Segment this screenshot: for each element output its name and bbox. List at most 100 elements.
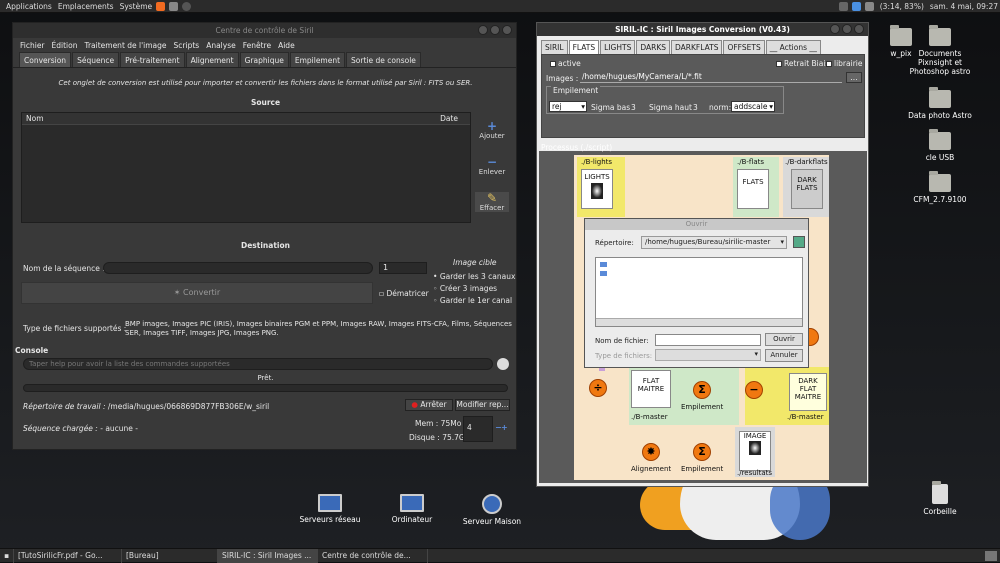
menu-scripts[interactable]: Scripts bbox=[174, 41, 200, 50]
ic-minimize-button[interactable] bbox=[830, 24, 840, 34]
siril-titlebar[interactable]: Centre de contrôle de Siril bbox=[13, 23, 516, 38]
modify-dir-button[interactable]: Modifier rep... bbox=[455, 399, 510, 411]
dark-master-box[interactable]: DARK FLAT MAITRE bbox=[789, 373, 827, 411]
horizontal-scrollbar[interactable] bbox=[596, 318, 802, 326]
obs-icon[interactable] bbox=[182, 1, 192, 11]
new-folder-icon[interactable] bbox=[793, 236, 805, 248]
keep-3-channels-radio[interactable]: • Garder les 3 canaux bbox=[433, 272, 515, 281]
menu-window[interactable]: Fenêtre bbox=[243, 41, 271, 50]
menu-help[interactable]: Aide bbox=[278, 41, 295, 50]
active-checkbox[interactable]: active bbox=[550, 59, 581, 68]
volume-icon[interactable] bbox=[864, 1, 874, 11]
dialog-title[interactable]: Ouvrir bbox=[585, 219, 808, 230]
apps-menu[interactable]: Applications bbox=[6, 2, 52, 11]
task-siril[interactable]: Centre de contrôle de... bbox=[318, 548, 428, 563]
folder-icon[interactable] bbox=[600, 271, 607, 276]
bias-removal-checkbox[interactable]: Retrait Biais bbox=[776, 59, 829, 68]
tab-conversion[interactable]: Conversion bbox=[19, 52, 72, 67]
threads-plus-button[interactable]: + bbox=[501, 423, 508, 432]
clock[interactable]: sam. 4 mai, 09:27 bbox=[930, 2, 998, 11]
remove-button[interactable]: − Enlever bbox=[475, 156, 509, 176]
filename-input[interactable] bbox=[655, 334, 761, 346]
desktop-documents[interactable]: Documents Pixnsight et Photoshop astro bbox=[905, 25, 975, 76]
desktop-cfm[interactable]: CFM_2.7.9100 bbox=[905, 171, 975, 204]
tab-lights[interactable]: LIGHTS bbox=[600, 40, 636, 54]
tab-actions[interactable]: __ Actions __ bbox=[765, 40, 821, 54]
file-browser-list[interactable] bbox=[595, 257, 803, 327]
create-3-images-radio[interactable]: ◦ Créer 3 images bbox=[433, 284, 497, 293]
directory-select[interactable]: /home/hugues/Bureau/sirilic-master ▾ bbox=[641, 236, 787, 249]
menu-analysis[interactable]: Analyse bbox=[206, 41, 236, 50]
folder-icon[interactable] bbox=[600, 262, 607, 267]
tab-darks[interactable]: DARKS bbox=[636, 40, 670, 54]
flat-master-box[interactable]: FLAT MAITRE bbox=[631, 370, 671, 408]
lights-stack[interactable]: LIGHTS bbox=[581, 169, 613, 209]
sirilic-titlebar[interactable]: SIRIL-IC : Siril Images Conversion (V0.4… bbox=[537, 23, 868, 36]
sequence-index-input[interactable]: 1 bbox=[379, 262, 427, 274]
battery-status[interactable]: (3:14, 83%) bbox=[880, 2, 924, 11]
col-date[interactable]: Date bbox=[440, 114, 458, 123]
tab-alignment[interactable]: Alignement bbox=[185, 52, 239, 67]
cancel-button[interactable]: Annuler bbox=[765, 349, 803, 362]
ic-maximize-button[interactable] bbox=[842, 24, 852, 34]
add-button[interactable]: + Ajouter bbox=[475, 120, 509, 140]
source-file-list[interactable]: Nom Date bbox=[21, 112, 471, 223]
library-checkbox[interactable]: librairie bbox=[826, 59, 862, 68]
places-menu[interactable]: Emplacements bbox=[58, 2, 114, 11]
desktop-usb[interactable]: cle USB bbox=[905, 129, 975, 162]
result-image-box[interactable]: IMAGE bbox=[739, 431, 771, 471]
sigma-high-value[interactable]: 3 bbox=[693, 103, 698, 112]
debayer-checkbox[interactable]: ▫ Dématricer bbox=[379, 289, 429, 298]
desktop-data-photo[interactable]: Data photo Astro bbox=[905, 87, 975, 120]
open-button[interactable]: Ouvrir bbox=[765, 333, 803, 346]
stack-method-select[interactable]: rej ▾ bbox=[549, 101, 587, 112]
console-input[interactable]: Taper help pour avoir la liste des comma… bbox=[23, 358, 493, 370]
menu-file[interactable]: Fichier bbox=[20, 41, 45, 50]
console-exec-icon[interactable] bbox=[497, 358, 509, 370]
menu-image-processing[interactable]: Traitement de l'image bbox=[84, 41, 166, 50]
network-icon[interactable] bbox=[838, 1, 848, 11]
show-desktop-icon[interactable]: ▪ bbox=[0, 548, 14, 563]
darkflats-stack[interactable]: DARK FLATS bbox=[791, 169, 823, 209]
desktop-network[interactable]: Serveurs réseau bbox=[295, 494, 365, 524]
task-sirilic[interactable]: SIRIL-IC : Siril Images ... bbox=[218, 548, 318, 563]
col-name[interactable]: Nom bbox=[26, 114, 44, 123]
convert-button[interactable]: ✶ Convertir bbox=[21, 282, 373, 304]
tab-sequence[interactable]: Séquence bbox=[72, 52, 120, 67]
desktop-computer[interactable]: Ordinateur bbox=[377, 494, 447, 524]
flats-stack[interactable]: FLATS bbox=[737, 169, 769, 209]
browse-button[interactable]: ... bbox=[846, 72, 862, 83]
tab-preprocessing[interactable]: Pré-traitement bbox=[120, 52, 185, 67]
clear-button[interactable]: ✎ Effacer bbox=[475, 192, 509, 212]
workspace-switcher[interactable] bbox=[985, 550, 997, 561]
desktop-trash[interactable]: Corbeille bbox=[905, 481, 975, 516]
firefox-icon[interactable] bbox=[156, 1, 166, 11]
ic-close-button[interactable] bbox=[854, 24, 864, 34]
tab-siril[interactable]: SIRIL bbox=[541, 40, 568, 54]
tab-darkflats[interactable]: DARKFLATS bbox=[671, 40, 723, 54]
system-menu[interactable]: Système bbox=[120, 2, 153, 11]
tab-flats[interactable]: FLATS bbox=[568, 40, 600, 54]
menu-edit[interactable]: Édition bbox=[52, 41, 78, 50]
minimize-button[interactable] bbox=[478, 25, 488, 35]
menu-bar: Fichier Édition Traitement de l'image Sc… bbox=[13, 38, 516, 52]
stop-button[interactable]: ● Arrêter bbox=[405, 399, 453, 411]
tab-offsets[interactable]: OFFSETS bbox=[723, 40, 765, 54]
sigma-low-value[interactable]: 3 bbox=[631, 103, 636, 112]
filetype-select[interactable]: ▾ bbox=[655, 349, 761, 361]
threads-spinner[interactable]: 4 bbox=[463, 416, 493, 442]
close-button[interactable] bbox=[502, 25, 512, 35]
task-desktop[interactable]: [Bureau] bbox=[122, 548, 218, 563]
task-pdf[interactable]: [TutoSirilicFr.pdf - Go... bbox=[14, 548, 122, 563]
launcher-icon[interactable] bbox=[169, 1, 179, 11]
norm-select[interactable]: addscale ▾ bbox=[731, 101, 775, 112]
tab-graph[interactable]: Graphique bbox=[239, 52, 289, 67]
tab-stacking[interactable]: Empilement bbox=[289, 52, 346, 67]
images-path-input[interactable]: /home/hugues/MyCamera/L/*.fit bbox=[580, 72, 842, 83]
maximize-button[interactable] bbox=[490, 25, 500, 35]
sequence-name-input[interactable] bbox=[103, 262, 373, 274]
desktop-home-server[interactable]: Serveur Maison bbox=[457, 494, 527, 526]
dropbox-icon[interactable] bbox=[851, 1, 861, 11]
keep-first-channel-radio[interactable]: ◦ Garder le 1er canal bbox=[433, 296, 512, 305]
tab-console-output[interactable]: Sortie de console bbox=[346, 52, 421, 67]
